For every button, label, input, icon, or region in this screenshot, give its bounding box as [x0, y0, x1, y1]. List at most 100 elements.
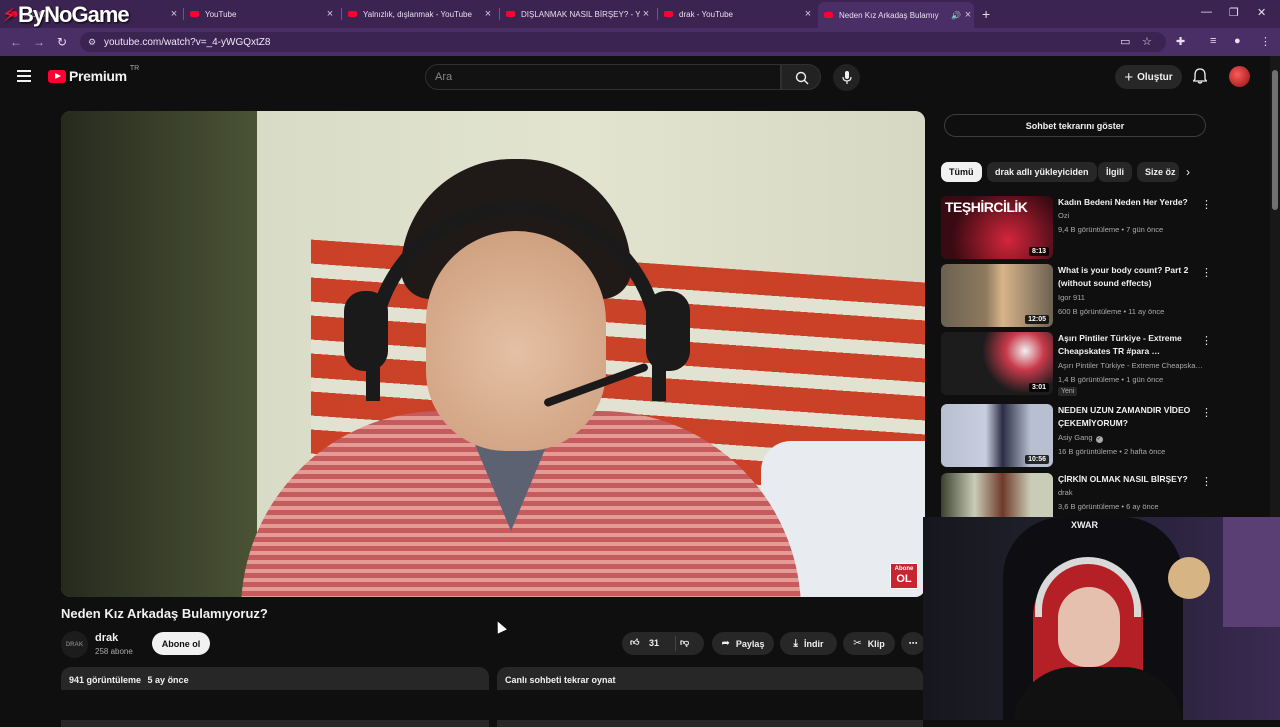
more-vertical-icon[interactable]: ⋮ — [1201, 266, 1212, 279]
close-tab-icon[interactable]: × — [324, 8, 336, 20]
site-info-icon[interactable]: ⚙ — [88, 37, 96, 48]
plus-icon: + — [1124, 68, 1134, 86]
download-button[interactable]: ⤓ İndir — [780, 632, 837, 655]
channel-avatar[interactable]: DRAK — [61, 631, 88, 658]
chip-related[interactable]: İlgili — [1098, 162, 1132, 182]
video-meta: 9,4 B görüntüleme • 7 gün önce — [1058, 225, 1164, 234]
browser-tab-active[interactable]: Neden Kız Arkadaş Bulamıy 🔊 × — [818, 2, 974, 28]
url-input[interactable]: ⚙ youtube.com/watch?v=_4-yWGQxtZ8 — [80, 32, 1166, 52]
notifications-button[interactable] — [1192, 68, 1208, 89]
search-input[interactable]: Ara — [425, 64, 781, 90]
download-icon: ⤓ — [793, 638, 798, 649]
close-tab-icon[interactable]: × — [962, 9, 974, 21]
chip-for-you[interactable]: Size öz — [1137, 162, 1179, 182]
country-code: TR — [129, 64, 140, 72]
tab-label: Neden Kız Arkadaş Bulamıy — [839, 10, 939, 20]
video-meta: 1,4 B görüntüleme • 1 gün önce — [1058, 375, 1164, 384]
video-title[interactable]: Kadın Bedeni Neden Her Yerde? — [1058, 196, 1194, 209]
chair-logo-text: XWAR — [1071, 520, 1098, 530]
clip-button[interactable]: ✂ Klip — [843, 632, 895, 655]
video-meta: 3,6 B görüntüleme • 6 ay önce — [1058, 502, 1159, 511]
url-text: youtube.com/watch?v=_4-yWGQxtZ8 — [104, 36, 271, 48]
browser-tab[interactable]: Yalnızlık, dışlanmak - YouTube × — [348, 4, 494, 24]
youtube-header: Premium TR Ara + Oluştur — [0, 56, 1270, 98]
overlay-logo-mark-icon: ⚡ — [2, 4, 16, 27]
forward-icon[interactable]: → — [33, 35, 45, 49]
youtube-logo[interactable]: Premium TR — [48, 64, 140, 84]
more-vertical-icon[interactable]: ⋮ — [1201, 198, 1212, 211]
close-window-icon[interactable]: ✕ — [1257, 6, 1266, 19]
close-tab-icon[interactable]: × — [168, 8, 180, 20]
bookmark-star-icon[interactable]: ☆ — [1142, 35, 1152, 48]
more-vertical-icon[interactable]: ⋮ — [1201, 475, 1212, 488]
channel-name[interactable]: Ozi — [1058, 211, 1208, 220]
new-badge: Yeni — [1058, 387, 1078, 396]
close-tab-icon[interactable]: × — [640, 8, 652, 20]
recommendation-item[interactable]: 10:56 NEDEN UZUN ZAMANDIR VİDEO ÇEKEMİYO… — [941, 404, 1212, 468]
video-title[interactable]: What is your body count? Part 2 (without… — [1058, 264, 1194, 290]
subscribe-button[interactable]: Abone ol — [152, 632, 210, 655]
more-vertical-icon[interactable]: ⋮ — [1201, 334, 1212, 347]
video-title[interactable]: ÇİRKİN OLMAK NASIL BİRŞEY? — [1058, 473, 1194, 486]
mouse-cursor-icon — [493, 619, 507, 634]
view-count: 941 görüntüleme — [69, 675, 142, 685]
chip-from-uploader[interactable]: drak adlı yükleyiciden — [987, 162, 1097, 182]
video-duration: 3:01 — [1028, 383, 1049, 392]
like-count[interactable]: 31 — [649, 638, 659, 648]
microphone-icon — [841, 70, 852, 84]
close-tab-icon[interactable]: × — [482, 8, 494, 20]
show-chat-replay-button[interactable]: Sohbet tekrarını göster — [944, 114, 1206, 137]
more-actions-button[interactable]: ⋯ — [901, 632, 925, 655]
search-icon — [795, 71, 809, 85]
channel-name[interactable]: drak — [95, 632, 118, 644]
subscribe-watermark[interactable]: Abone OL — [890, 563, 918, 589]
extensions-icon[interactable]: ✚ — [1176, 35, 1185, 48]
browser-tab[interactable]: YouTube × — [190, 4, 336, 24]
channel-name[interactable]: Aşırı Pintiler Türkiye - Extreme Cheapsk… — [1058, 361, 1208, 370]
share-button[interactable]: ➦ Paylaş — [712, 632, 774, 655]
back-icon[interactable]: ← — [10, 35, 22, 49]
video-thumbnail[interactable]: TEŞHİRCİLİK 8:13 — [941, 196, 1053, 259]
recommendation-item[interactable]: 3:01 Aşırı Pintiler Türkiye - Extreme Ch… — [941, 332, 1212, 396]
channel-name[interactable]: Igor 911 — [1058, 293, 1208, 302]
chevron-right-icon[interactable]: › — [1186, 165, 1190, 179]
chip-all[interactable]: Tümü — [941, 162, 982, 182]
reload-icon[interactable]: ↻ — [57, 35, 67, 49]
like-icon[interactable]: 👍︎ — [630, 637, 639, 648]
profile-icon[interactable]: ● — [1234, 35, 1241, 47]
channel-name[interactable]: Asiy Gang ✓ — [1058, 433, 1208, 443]
video-thumbnail[interactable]: 10:56 — [941, 404, 1053, 467]
video-title[interactable]: NEDEN UZUN ZAMANDIR VİDEO ÇEKEMİYORUM? — [1058, 404, 1194, 430]
video-thumbnail[interactable]: 12:05 — [941, 264, 1053, 327]
more-vertical-icon[interactable]: ⋮ — [1201, 406, 1212, 419]
create-button[interactable]: + Oluştur — [1115, 65, 1182, 89]
subscriber-count: 258 abone — [95, 647, 133, 656]
speaker-icon[interactable]: 🔊 — [950, 11, 962, 20]
media-controls-icon[interactable]: ≡ — [1210, 35, 1216, 47]
video-player[interactable]: Abone OL — [61, 111, 925, 597]
dislike-icon[interactable]: 👎︎ — [680, 637, 689, 648]
channel-name[interactable]: drak — [1058, 488, 1208, 497]
minimize-icon[interactable]: — — [1201, 6, 1212, 18]
tab-label: YouTube — [205, 9, 237, 19]
browser-tab[interactable]: drak - YouTube × — [664, 4, 814, 24]
scrollbar-thumb[interactable] — [1272, 70, 1278, 210]
search-button[interactable] — [781, 64, 821, 90]
hamburger-menu-icon[interactable] — [17, 70, 31, 85]
bell-icon — [1192, 68, 1208, 84]
browser-tab[interactable]: DIŞLANMAK NASIL BİRŞEY? - Y × — [506, 4, 652, 24]
video-thumbnail[interactable]: 3:01 — [941, 332, 1053, 395]
video-title: Neden Kız Arkadaş Bulamıyoruz? — [61, 606, 268, 621]
close-tab-icon[interactable]: × — [802, 8, 814, 20]
recommendation-item[interactable]: TEŞHİRCİLİK 8:13 Kadın Bedeni Neden Her … — [941, 196, 1212, 260]
new-tab-button[interactable]: + — [982, 6, 990, 22]
cast-icon[interactable]: ▭ — [1120, 35, 1130, 48]
voice-search-button[interactable] — [833, 64, 860, 91]
browser-menu-icon[interactable]: ⋮ — [1260, 35, 1271, 48]
recommendation-item[interactable]: 12:05 What is your body count? Part 2 (w… — [941, 264, 1212, 328]
restore-icon[interactable]: ❐ — [1229, 6, 1239, 19]
account-avatar[interactable] — [1229, 66, 1250, 87]
video-duration: 12:05 — [1025, 315, 1049, 324]
video-title[interactable]: Aşırı Pintiler Türkiye - Extreme Cheapsk… — [1058, 332, 1194, 358]
youtube-favicon-icon — [506, 11, 515, 17]
